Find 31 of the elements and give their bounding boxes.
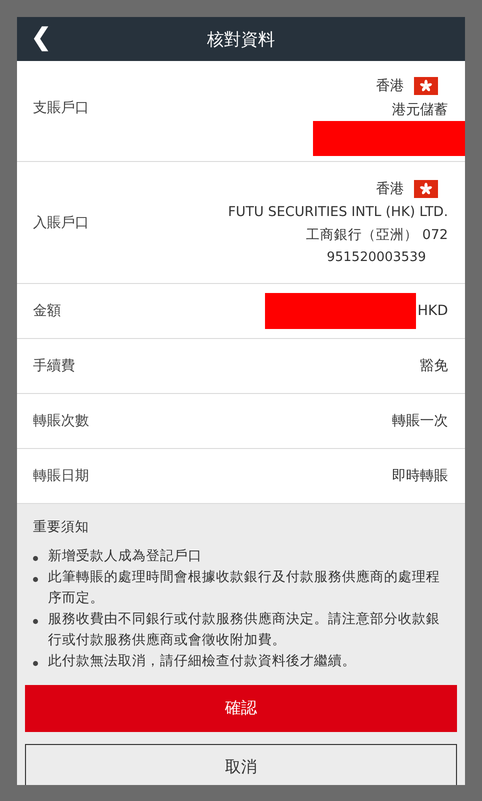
region-text: 香港 — [376, 77, 404, 95]
field-label: 手續費 — [33, 357, 75, 375]
notice-text: 新增受款人成為登記戶口 — [48, 547, 202, 566]
notice-title: 重要須知 — [33, 518, 90, 536]
cancel-button[interactable]: 取消 — [25, 744, 457, 785]
region-text: 香港 — [376, 180, 404, 198]
field-label: 支賬戶口 — [33, 99, 89, 117]
field-value: 即時轉賬 — [392, 467, 448, 485]
account-type: 港元儲蓄 — [392, 101, 448, 119]
bullet-icon — [33, 556, 38, 561]
field-value: HKD — [418, 303, 448, 319]
notice-text: 此付款無法取消，請仔細檢查付款資料後才繼續。 — [48, 652, 356, 671]
field-label: 轉賬次數 — [33, 412, 89, 430]
bullet-icon — [33, 619, 38, 624]
field-value: 豁免 — [420, 357, 448, 375]
notice-text: 服務收費由不同銀行或付款服務供應商決定。請注意部分收款銀行或付款服務供應商或會徵收附加費。 — [48, 610, 441, 650]
flag-icon — [414, 180, 438, 198]
bank-name: 工商銀行（亞洲） 072 — [306, 226, 448, 244]
bullet-icon — [33, 661, 38, 666]
account-number: 951520003539 — [326, 250, 426, 265]
back-button[interactable]: ❮ — [25, 23, 57, 52]
field-label: 轉賬日期 — [33, 467, 89, 485]
bullet-icon — [33, 577, 38, 582]
notice-text: 此筆轉賬的處理時間會根據收款銀行及付款服務供應商的處理程序而定。 — [48, 568, 441, 608]
page-title: 核對資料 — [207, 28, 275, 50]
account-name: FUTU SECURITIES INTL (HK) LTD. — [228, 204, 448, 220]
flag-icon — [414, 77, 438, 95]
field-value: 轉賬一次 — [392, 412, 448, 430]
confirm-button[interactable]: 確認 — [25, 685, 457, 732]
field-label: 金額 — [33, 302, 61, 320]
field-label: 入賬戶口 — [33, 214, 89, 232]
